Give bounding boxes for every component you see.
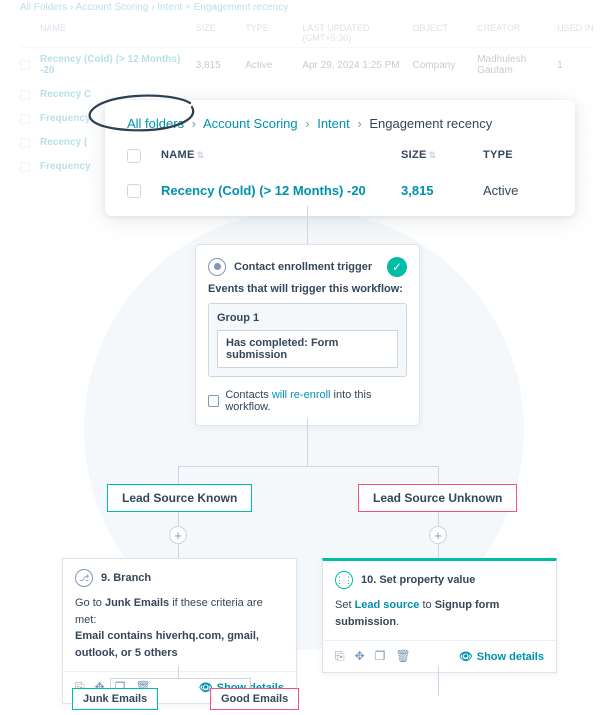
connector-line (178, 512, 179, 526)
connector-line (110, 678, 111, 688)
bg-col-type: TYPE (245, 23, 298, 43)
clone-icon[interactable]: ⎘ (335, 649, 345, 664)
list-card: All folders › Account Scoring › Intent ›… (105, 100, 575, 216)
breadcrumb: All folders › Account Scoring › Intent ›… (127, 116, 553, 131)
connector-line (307, 206, 308, 244)
enrollment-trigger-card[interactable]: Contact enrollment trigger ✓ Events that… (195, 244, 420, 426)
bg-row: Recency (Cold) (> 12 Months) -203,815Act… (20, 48, 595, 83)
connector-line (438, 666, 439, 696)
branch-icon: ⎇ (75, 569, 93, 587)
breadcrumb-separator-icon: › (301, 116, 313, 131)
row-checkbox[interactable] (127, 184, 141, 198)
crumb-account-scoring[interactable]: Account Scoring (203, 116, 298, 131)
add-step-button[interactable]: + (429, 526, 447, 544)
check-icon: ✓ (387, 257, 407, 277)
sort-icon: ⇅ (429, 150, 437, 160)
branch-junk-label[interactable]: Junk Emails (72, 688, 158, 710)
reenroll-note: Contacts will re-enroll into this workfl… (208, 389, 407, 413)
property-icon: ⋮⋮ (335, 571, 353, 589)
bg-breadcrumb: All Folders › Account Scoring › Intent ×… (20, 2, 595, 13)
reenroll-link[interactable]: will re-enroll (272, 389, 331, 401)
table-row[interactable]: Recency (Cold) (> 12 Months) -20 3,815 A… (127, 169, 553, 200)
connector-line (178, 466, 438, 467)
crumb-intent[interactable]: Intent (317, 116, 350, 131)
bg-col-creator: CREATOR (477, 23, 553, 43)
breadcrumb-separator-icon: › (188, 116, 200, 131)
connector-line (307, 418, 308, 466)
action-title: 9. Branch (101, 572, 151, 584)
connector-line (110, 678, 250, 679)
add-step-button[interactable]: + (169, 526, 187, 544)
branch-good-label[interactable]: Good Emails (210, 688, 299, 710)
bg-col-updated: LAST UPDATED (GMT+5:30) (302, 23, 408, 43)
connector-line (438, 466, 439, 484)
crumb-engagement-recency: Engagement recency (369, 116, 492, 131)
bg-col-name: NAME (40, 23, 192, 43)
connector-line (250, 678, 251, 688)
bg-col-object: OBJECT (413, 23, 474, 43)
trigger-group: Group 1 Has completed: Form submission (208, 303, 407, 377)
breadcrumb-separator-icon: › (353, 116, 365, 131)
move-icon[interactable]: ✥ (355, 649, 365, 664)
branch-known-label[interactable]: Lead Source Known (107, 484, 252, 512)
trigger-title: Contact enrollment trigger (234, 261, 372, 273)
row-size: 3,815 (401, 183, 471, 198)
action-description: Go to Junk Emails if these criteria are … (75, 595, 284, 661)
col-name[interactable]: NAME⇅ (161, 149, 389, 163)
connector-line (178, 544, 179, 558)
bg-col-used: USED IN (557, 23, 595, 43)
row-type: Active (483, 183, 553, 198)
col-size[interactable]: SIZE⇅ (401, 149, 471, 163)
connector-line (178, 466, 179, 484)
sort-icon: ⇅ (197, 150, 205, 160)
copy-icon[interactable]: ❐ (375, 649, 386, 664)
group-label: Group 1 (217, 312, 398, 324)
col-type[interactable]: TYPE (483, 149, 553, 163)
crumb-all-folders[interactable]: All folders (127, 116, 184, 131)
contact-icon (208, 258, 226, 276)
branch-action-card[interactable]: ⎇ 9. Branch Go to Junk Emails if these c… (62, 558, 297, 704)
show-details-link[interactable]: Show details (459, 650, 544, 663)
connector-line (438, 544, 439, 558)
select-all-checkbox[interactable] (127, 149, 141, 163)
reload-icon (208, 395, 219, 407)
branch-unknown-label[interactable]: Lead Source Unknown (358, 484, 517, 512)
delete-icon[interactable]: 🗑 (395, 649, 410, 664)
connector-line (178, 666, 179, 678)
bg-col-size: SIZE (196, 23, 242, 43)
trigger-subtitle: Events that will trigger this workflow: (208, 283, 407, 295)
trigger-rule[interactable]: Has completed: Form submission (217, 330, 398, 368)
action-description: Set Lead source to Signup form submissio… (335, 597, 544, 630)
row-name[interactable]: Recency (Cold) (> 12 Months) -20 (161, 183, 389, 198)
action-title: 10. Set property value (361, 574, 475, 586)
set-property-action-card[interactable]: ⋮⋮ 10. Set property value Set Lead sourc… (322, 558, 557, 673)
connector-line (438, 512, 439, 526)
